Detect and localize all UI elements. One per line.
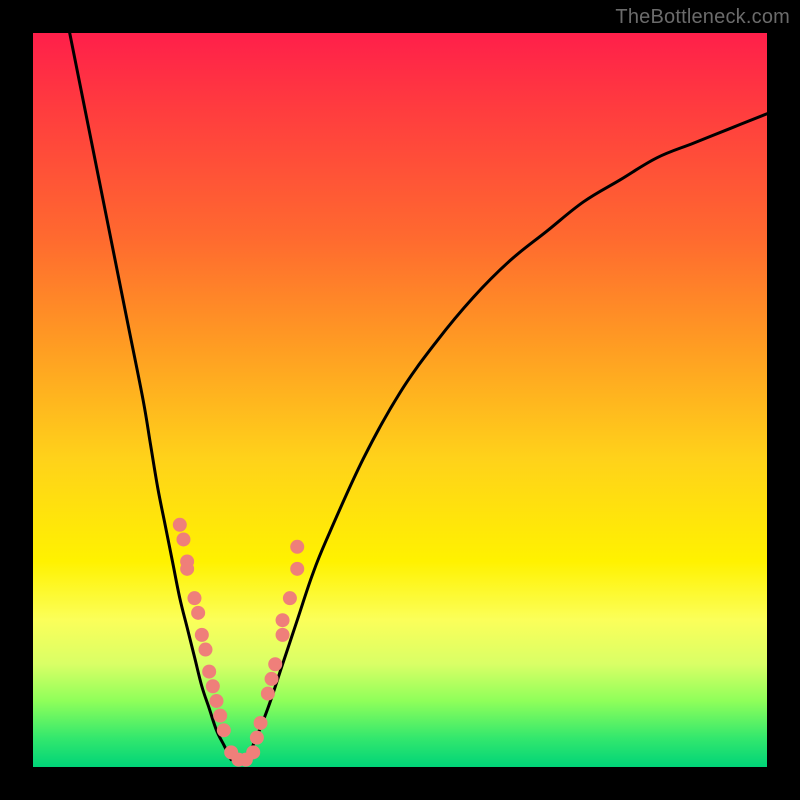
marker-dot [246,745,260,759]
marker-dot [268,657,282,671]
marker-dot [254,716,268,730]
marker-dot [187,591,201,605]
marker-dot [276,628,290,642]
marker-dot [276,613,290,627]
marker-layer [173,518,304,767]
marker-dot [290,562,304,576]
marker-dot [195,628,209,642]
marker-dot [283,591,297,605]
curve-layer [70,33,767,760]
chart-svg [33,33,767,767]
marker-dot [210,694,224,708]
marker-dot [173,518,187,532]
marker-dot [217,723,231,737]
marker-dot [176,532,190,546]
curve-right-curve [246,114,767,760]
marker-dot [198,643,212,657]
marker-dot [202,665,216,679]
marker-dot [206,679,220,693]
marker-dot [290,540,304,554]
watermark-text: TheBottleneck.com [615,6,790,29]
marker-dot [213,709,227,723]
marker-dot [191,606,205,620]
plot-area [33,33,767,767]
marker-dot [261,687,275,701]
marker-dot [265,672,279,686]
marker-dot [250,731,264,745]
marker-dot [180,562,194,576]
outer-frame: TheBottleneck.com [0,0,800,800]
